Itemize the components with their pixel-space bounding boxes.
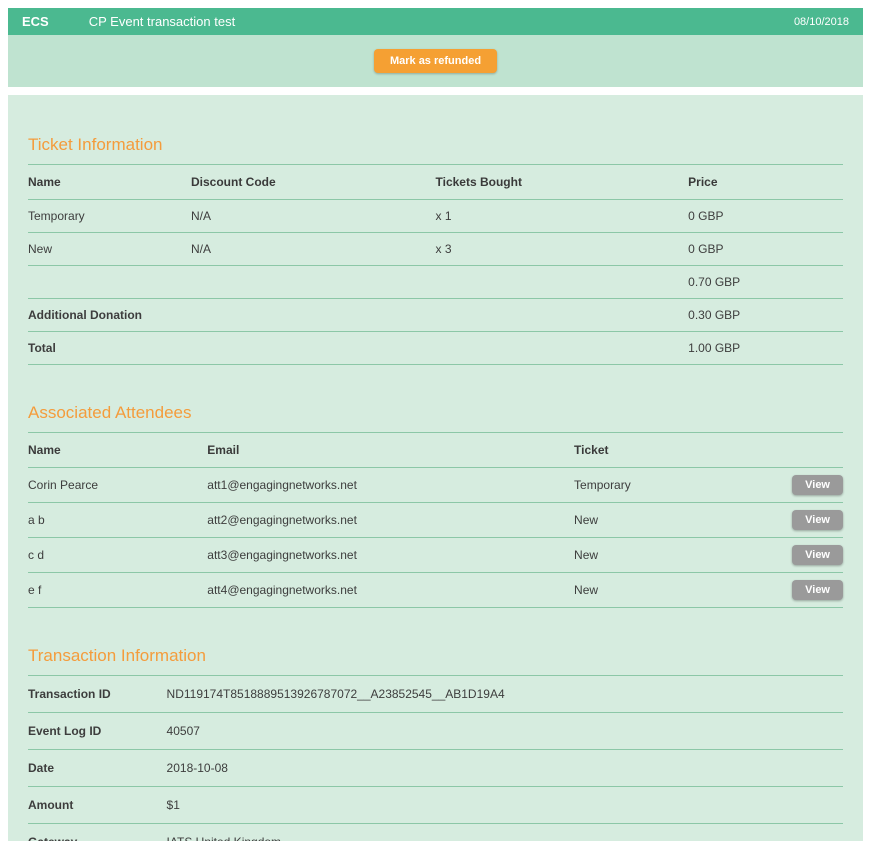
column-header-name: Name	[28, 433, 207, 468]
attendee-ticket-cell: New	[574, 538, 770, 573]
transaction-id-value: ND119174T8518889513926787072__A23852545_…	[167, 676, 843, 713]
view-attendee-button[interactable]: View	[792, 545, 843, 565]
table-row: Temporary N/A x 1 0 GBP	[28, 200, 843, 233]
ticket-information-section: Ticket Information Name Discount Code Ti…	[28, 135, 843, 365]
amount-label: Amount	[28, 787, 167, 824]
attendee-email-cell: att2@engagingnetworks.net	[207, 503, 574, 538]
ticket-price-cell: 0 GBP	[688, 233, 843, 266]
transaction-table: Transaction ID ND119174T8518889513926787…	[28, 676, 843, 841]
attendee-name-cell: Corin Pearce	[28, 468, 207, 503]
ticket-discount-cell	[191, 299, 436, 332]
gateway-label: Gateway	[28, 824, 167, 842]
gateway-value: IATS United Kingdom	[167, 824, 843, 842]
column-header-actions	[770, 433, 843, 468]
ticket-discount-cell: N/A	[191, 200, 436, 233]
attendee-ticket-cell: New	[574, 503, 770, 538]
ticket-discount-cell: N/A	[191, 233, 436, 266]
attendee-ticket-cell: Temporary	[574, 468, 770, 503]
page: ECS CP Event transaction test 08/10/2018…	[0, 0, 871, 849]
table-row: Corin Pearce att1@engagingnetworks.net T…	[28, 468, 843, 503]
table-row: Additional Donation 0.30 GBP	[28, 299, 843, 332]
ticket-price-cell: 0 GBP	[688, 200, 843, 233]
table-row: Gateway IATS United Kingdom	[28, 824, 843, 842]
table-row: Date 2018-10-08	[28, 750, 843, 787]
ticket-name-cell: New	[28, 233, 191, 266]
ticket-name-cell	[28, 266, 191, 299]
attendee-name-cell: e f	[28, 573, 207, 608]
ticket-name-cell: Temporary	[28, 200, 191, 233]
main-panel: ECS CP Event transaction test 08/10/2018…	[8, 8, 863, 841]
ticket-name-cell: Additional Donation	[28, 299, 191, 332]
mark-as-refunded-button[interactable]: Mark as refunded	[374, 49, 497, 73]
header-date: 08/10/2018	[794, 16, 849, 28]
event-log-id-value: 40507	[167, 713, 843, 750]
ticket-table: Name Discount Code Tickets Bought Price …	[28, 165, 843, 365]
ticket-bought-cell	[436, 266, 689, 299]
table-row: Total 1.00 GBP	[28, 332, 843, 365]
table-row: a b att2@engagingnetworks.net New View	[28, 503, 843, 538]
table-row: Event Log ID 40507	[28, 713, 843, 750]
ticket-price-cell: 1.00 GBP	[688, 332, 843, 365]
column-header-email: Email	[207, 433, 574, 468]
column-header-price: Price	[688, 165, 843, 200]
ticket-price-cell: 0.30 GBP	[688, 299, 843, 332]
amount-value: $1	[167, 787, 843, 824]
ticket-bought-cell	[436, 332, 689, 365]
view-attendee-button[interactable]: View	[792, 510, 843, 530]
attendee-email-cell: att3@engagingnetworks.net	[207, 538, 574, 573]
ticket-information-heading: Ticket Information	[28, 135, 843, 165]
ticket-bought-cell	[436, 299, 689, 332]
view-attendee-button[interactable]: View	[792, 475, 843, 495]
attendee-table-header-row: Name Email Ticket	[28, 433, 843, 468]
table-row: c d att3@engagingnetworks.net New View	[28, 538, 843, 573]
ticket-price-cell: 0.70 GBP	[688, 266, 843, 299]
date-label: Date	[28, 750, 167, 787]
attendee-actions-cell: View	[770, 503, 843, 538]
view-attendee-button[interactable]: View	[792, 580, 843, 600]
ticket-name-cell: Total	[28, 332, 191, 365]
band-divider	[8, 87, 863, 95]
attendee-table: Name Email Ticket Corin Pearce att1@enga…	[28, 433, 843, 608]
page-title: CP Event transaction test	[89, 14, 794, 29]
table-row: New N/A x 3 0 GBP	[28, 233, 843, 266]
associated-attendees-section: Associated Attendees Name Email Ticket	[28, 403, 843, 608]
column-header-name: Name	[28, 165, 191, 200]
attendee-name-cell: a b	[28, 503, 207, 538]
associated-attendees-heading: Associated Attendees	[28, 403, 843, 433]
attendee-email-cell: att4@engagingnetworks.net	[207, 573, 574, 608]
attendee-name-cell: c d	[28, 538, 207, 573]
date-value: 2018-10-08	[167, 750, 843, 787]
event-log-id-label: Event Log ID	[28, 713, 167, 750]
attendee-ticket-cell: New	[574, 573, 770, 608]
table-row: Transaction ID ND119174T8518889513926787…	[28, 676, 843, 713]
attendee-actions-cell: View	[770, 538, 843, 573]
attendee-actions-cell: View	[770, 573, 843, 608]
content-area: Ticket Information Name Discount Code Ti…	[8, 95, 863, 841]
ticket-bought-cell: x 3	[436, 233, 689, 266]
transaction-information-section: Transaction Information Transaction ID N…	[28, 646, 843, 841]
top-bar: ECS CP Event transaction test 08/10/2018	[8, 8, 863, 35]
action-band: Mark as refunded	[8, 35, 863, 87]
ticket-table-header-row: Name Discount Code Tickets Bought Price	[28, 165, 843, 200]
transaction-information-heading: Transaction Information	[28, 646, 843, 676]
ticket-discount-cell	[191, 332, 436, 365]
attendee-email-cell: att1@engagingnetworks.net	[207, 468, 574, 503]
column-header-ticket: Ticket	[574, 433, 770, 468]
ticket-bought-cell: x 1	[436, 200, 689, 233]
app-name: ECS	[22, 14, 49, 29]
table-row: e f att4@engagingnetworks.net New View	[28, 573, 843, 608]
table-row: Amount $1	[28, 787, 843, 824]
column-header-discount-code: Discount Code	[191, 165, 436, 200]
ticket-discount-cell	[191, 266, 436, 299]
transaction-id-label: Transaction ID	[28, 676, 167, 713]
table-row: 0.70 GBP	[28, 266, 843, 299]
attendee-actions-cell: View	[770, 468, 843, 503]
column-header-tickets-bought: Tickets Bought	[436, 165, 689, 200]
